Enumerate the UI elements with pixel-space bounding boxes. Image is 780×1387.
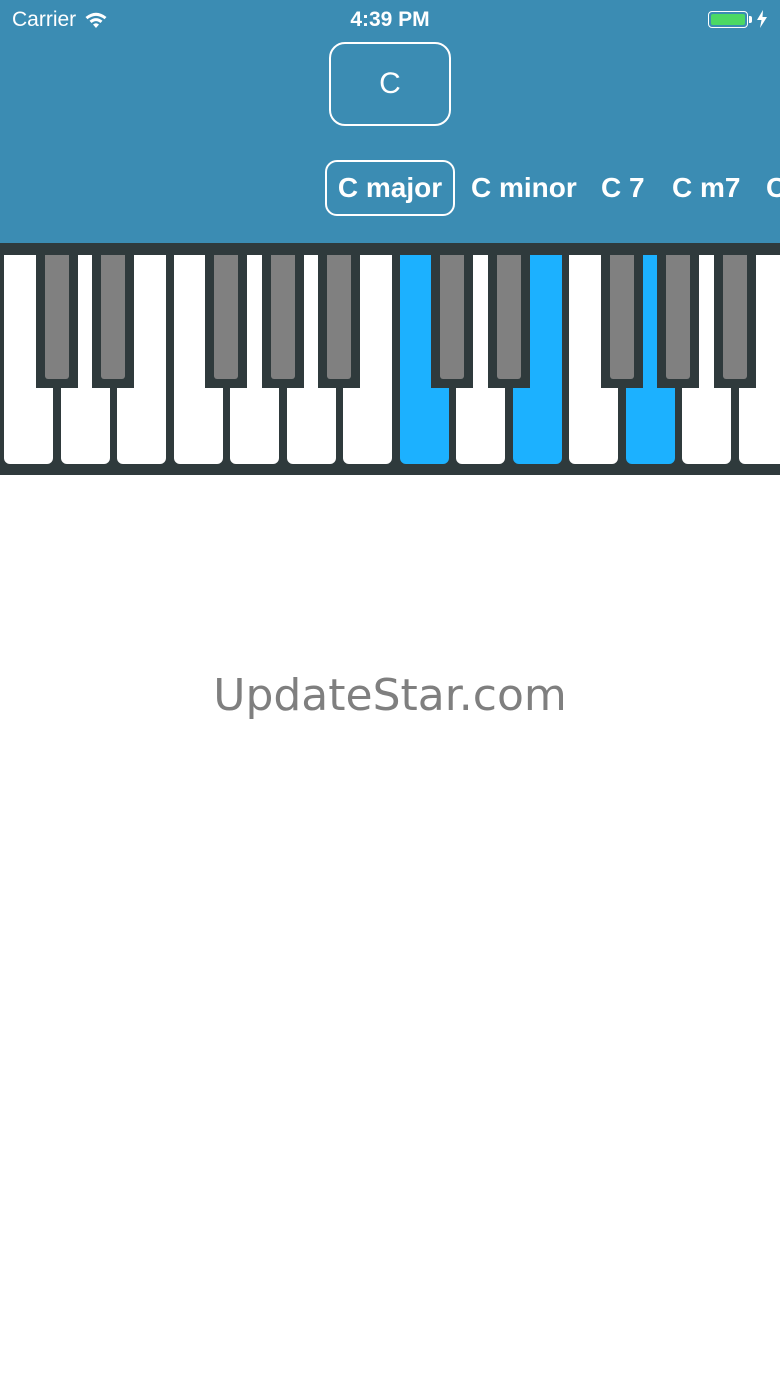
chord-tab-next[interactable]: C [766,160,780,216]
black-key[interactable] [36,253,78,388]
black-key[interactable] [601,253,643,388]
chord-tab-bar: C major C minor C 7 C m7 C [0,160,780,216]
black-key[interactable] [205,253,247,388]
header: Carrier 4:39 PM C C major C minor C 7 C … [0,0,780,243]
key-selector-label: C [379,67,401,100]
chord-tab-c-m7[interactable]: C m7 [672,160,740,216]
battery-icon [708,10,748,28]
black-key[interactable] [431,253,473,388]
status-time: 4:39 PM [350,8,430,31]
piano-keyboard [0,243,780,475]
black-key[interactable] [318,253,360,388]
chord-tab-c-7[interactable]: C 7 [601,160,645,216]
watermark-text: UpdateStar.com [213,670,567,721]
black-key[interactable] [488,253,530,388]
black-key[interactable] [92,253,134,388]
chord-tab-c-minor[interactable]: C minor [471,160,577,216]
battery-indicator [708,10,768,28]
black-key[interactable] [657,253,699,388]
key-selector-button[interactable]: C [329,42,451,126]
status-bar: Carrier 4:39 PM [0,0,780,40]
charging-bolt-icon [757,10,767,28]
black-key[interactable] [262,253,304,388]
chord-tab-c-major[interactable]: C major [325,160,455,216]
black-key[interactable] [714,253,756,388]
